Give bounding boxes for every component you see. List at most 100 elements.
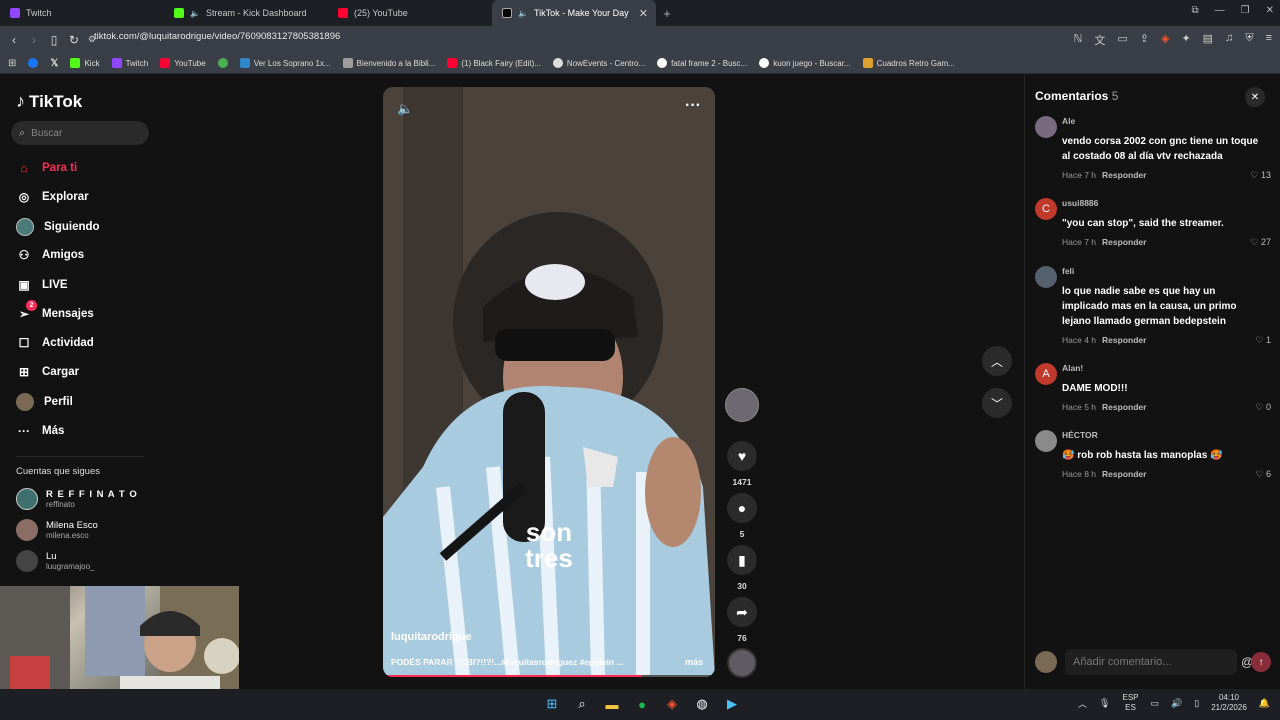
spotify-icon[interactable]: ● — [632, 694, 652, 714]
sidebar-icon[interactable]: ▤ — [1203, 32, 1213, 48]
search-input[interactable]: ⌕ Buscar — [11, 121, 149, 145]
nav-live[interactable]: ▣ LIVE — [16, 277, 67, 293]
video-player[interactable]: 🔈 ··· son tres luquitarodrigue PODÉS PAR… — [383, 87, 715, 677]
obs-icon[interactable]: ◍ — [692, 694, 712, 714]
reply-button[interactable]: Responder — [1102, 402, 1146, 412]
comment-author[interactable]: feli — [1062, 266, 1074, 276]
comment-like-button[interactable]: ♡ 13 — [1250, 170, 1271, 181]
following-account[interactable]: Milena Esco milena.esco — [16, 519, 98, 541]
comment-button[interactable]: ● — [727, 493, 757, 523]
sound-disc-button[interactable] — [724, 648, 760, 678]
camera-app-icon[interactable]: ▶ — [722, 694, 742, 714]
nav-para-ti[interactable]: ⌂ Para ti — [16, 160, 77, 176]
menu-icon[interactable]: ≡ — [1266, 32, 1272, 48]
taskbar-search-icon[interactable]: ⌕ — [572, 694, 592, 714]
bookmark-facebook[interactable] — [28, 58, 39, 68]
nav-siguiendo[interactable]: Siguiendo — [16, 218, 100, 236]
caption-more-link[interactable]: más — [685, 657, 703, 667]
bookmark-twitch[interactable]: Twitch — [111, 58, 148, 68]
comment-input[interactable]: Añadir comentario... — [1065, 649, 1237, 675]
nav-mensajes[interactable]: ➢ 2 Mensajes — [16, 300, 94, 322]
brave-browser-icon[interactable]: ◈ — [662, 694, 682, 714]
creator-avatar-button[interactable] — [724, 388, 760, 422]
close-tab-icon[interactable]: ✕ — [639, 7, 648, 20]
nav-perfil[interactable]: Perfil — [16, 393, 73, 411]
tiktok-logo[interactable]: ♪ TikTok — [16, 91, 82, 112]
tab-youtube[interactable]: (25) YouTube — [328, 0, 492, 26]
language-indicator[interactable]: ESP ES — [1122, 693, 1138, 713]
bookmark-cuadros[interactable]: Cuadros Retro Gam... — [862, 58, 955, 68]
address-bar[interactable]: tiktok.com/@luquitarodrigue/video/760908… — [94, 31, 340, 42]
comment-author[interactable]: Alan! — [1062, 363, 1083, 373]
translate-icon[interactable]: 文 — [1094, 32, 1105, 48]
avatar[interactable] — [1035, 266, 1057, 288]
cast-icon[interactable]: ▭ — [1117, 32, 1127, 48]
avatar[interactable] — [1035, 116, 1057, 138]
bookmark-kuon[interactable]: kuon juego - Buscar... — [759, 58, 851, 68]
volume-icon[interactable]: 🔈 — [397, 101, 413, 117]
previous-video-button[interactable]: ︿ — [982, 346, 1012, 376]
save-button[interactable]: ▮ — [727, 545, 757, 575]
bookmark-x[interactable]: 𝕏 — [50, 58, 58, 69]
video-progress-bar[interactable] — [383, 675, 715, 677]
like-button[interactable]: ♥ — [727, 441, 757, 471]
windows-start-icon[interactable]: ⊞ — [542, 694, 562, 714]
more-options-icon[interactable]: ··· — [685, 97, 701, 115]
restore-icon[interactable]: ❐ — [1241, 5, 1250, 16]
share-button[interactable]: ➦ — [727, 597, 757, 627]
reply-button[interactable]: Responder — [1102, 170, 1146, 180]
media-icon[interactable]: ♫ — [1225, 32, 1233, 48]
bookmark-fatal-frame[interactable]: fatal frame 2 - Busc... — [657, 58, 747, 68]
video-author[interactable]: luquitarodrigue — [391, 631, 472, 643]
battery-icon[interactable]: ▯ — [1194, 698, 1199, 709]
clock[interactable]: 04:10 21/2/2026 — [1211, 693, 1247, 713]
avatar[interactable] — [1035, 430, 1057, 452]
share-icon[interactable]: ⇪ — [1140, 32, 1149, 48]
bookmark-youtube[interactable]: YouTube — [160, 58, 206, 68]
following-account[interactable]: R E F F I N A T O reffinato — [16, 488, 138, 510]
extensions-puzzle-icon[interactable]: ✦ — [1181, 32, 1190, 48]
next-video-button[interactable]: ﹀ — [982, 388, 1012, 418]
avatar[interactable]: C — [1035, 198, 1057, 220]
file-explorer-icon[interactable]: ▬ — [602, 694, 622, 714]
close-comments-button[interactable]: ✕ — [1245, 87, 1265, 107]
avatar[interactable]: A — [1035, 363, 1057, 385]
nav-actividad[interactable]: ☐ Actividad — [16, 335, 94, 351]
comment-like-button[interactable]: ♡ 6 — [1255, 469, 1271, 480]
bookmark-icon[interactable]: ▯ — [44, 33, 64, 47]
minimize-icon[interactable]: — — [1215, 5, 1225, 16]
bookmark-nowevents[interactable]: NowEvents - Centro... — [552, 58, 645, 68]
tab-tiktok[interactable]: 🔈 TikTok - Make Your Day ✕ — [492, 0, 656, 26]
following-account[interactable]: Lu luugramajoo_ — [16, 550, 94, 572]
notifications-icon[interactable]: 🔔 — [1259, 698, 1270, 709]
nav-mas[interactable]: ··· Más — [16, 423, 64, 439]
bookmark-kick[interactable]: Kick — [70, 58, 100, 68]
new-tab-button[interactable]: + — [656, 6, 678, 21]
bookmark-soprano[interactable]: Ver Los Soprano 1x... — [239, 58, 331, 68]
tab-twitch[interactable]: Twitch — [0, 0, 164, 26]
microphone-icon[interactable]: 🎙 — [1099, 698, 1110, 709]
comment-author[interactable]: usui8886 — [1062, 198, 1098, 208]
back-icon[interactable]: ‹ — [4, 33, 24, 47]
comment-author[interactable]: HÉCTOR — [1062, 430, 1098, 440]
reload-icon[interactable]: ↻ — [64, 33, 84, 47]
tray-chevron-icon[interactable]: ︿ — [1078, 697, 1087, 710]
nav-explorar[interactable]: ◎ Explorar — [16, 189, 89, 205]
nav-amigos[interactable]: ⚇ Amigos — [16, 247, 85, 263]
network-icon[interactable]: ▭ — [1151, 698, 1160, 709]
apps-grid-icon[interactable]: ⊞ — [8, 58, 16, 69]
bookmark-black-fairy[interactable]: (1) Black Fairy (Edit)... — [447, 58, 541, 68]
extensions-icon[interactable]: ⧉ — [1192, 5, 1199, 16]
nav-cargar[interactable]: ⊞ Cargar — [16, 364, 79, 380]
vpn-icon[interactable]: ⛨ — [1245, 32, 1253, 48]
reply-button[interactable]: Responder — [1102, 335, 1146, 345]
reply-button[interactable]: Responder — [1102, 469, 1146, 479]
bookmark-extension[interactable] — [217, 58, 228, 68]
volume-tray-icon[interactable]: 🔊 — [1171, 698, 1182, 709]
bookmark-biblioteca[interactable]: Bienvenido a la Bibli... — [342, 58, 435, 68]
forward-icon[interactable]: › — [24, 33, 44, 47]
comment-like-button[interactable]: ♡ 1 — [1255, 335, 1271, 346]
no-translate-icon[interactable]: ℕ — [1074, 32, 1083, 48]
comment-like-button[interactable]: ♡ 27 — [1250, 237, 1271, 248]
send-comment-button[interactable]: ↑ — [1251, 652, 1271, 672]
